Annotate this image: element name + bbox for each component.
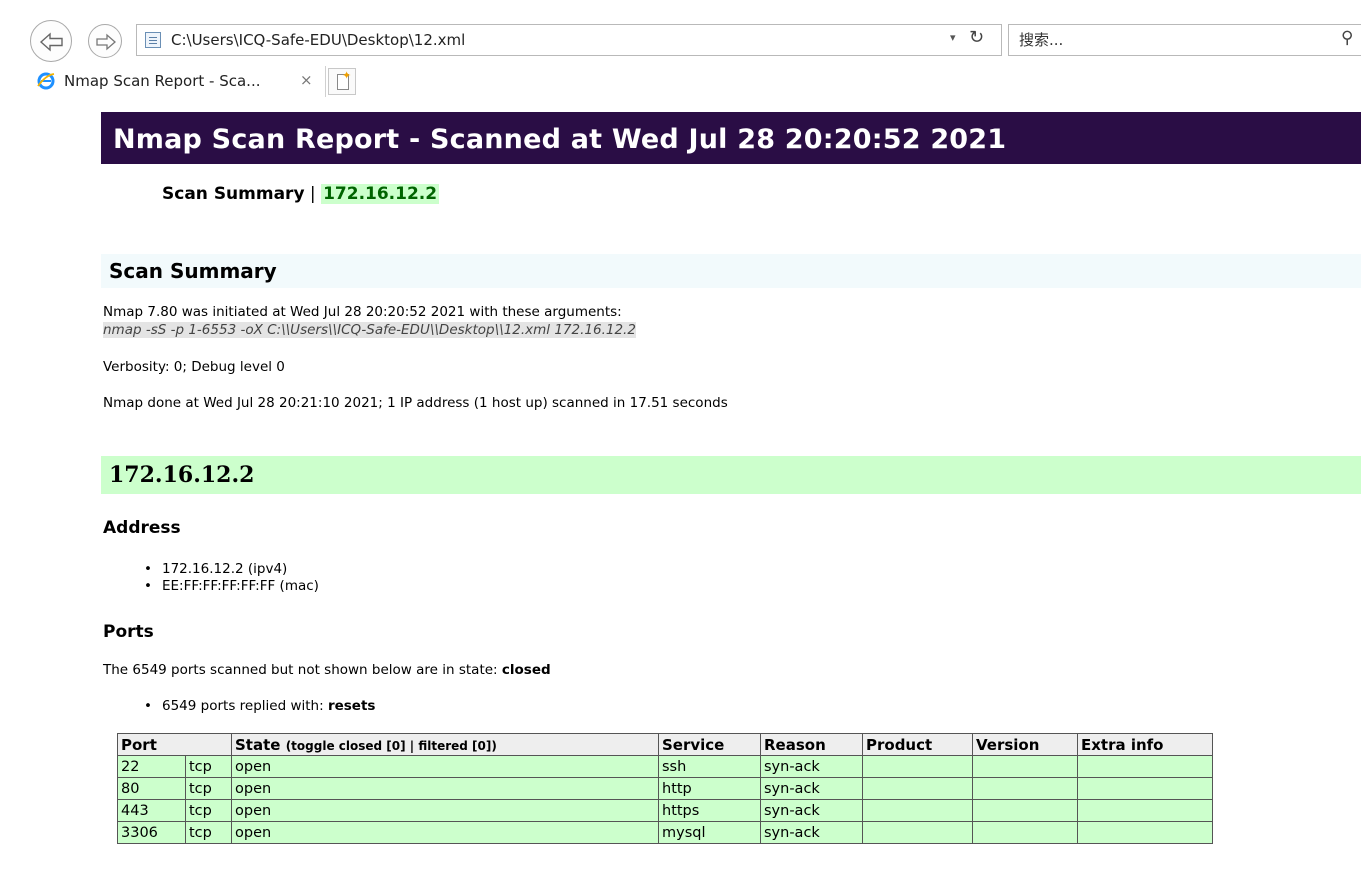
report-page: Nmap Scan Report - Scanned at Wed Jul 28… <box>0 98 1361 881</box>
list-item: EE:FF:FF:FF:FF:FF (mac) <box>144 578 319 595</box>
col-state: State (toggle closed [0] | filtered [0]) <box>231 733 659 756</box>
table-row: 443 tcp open https syn-ack <box>117 799 1213 822</box>
back-arrow-icon <box>39 32 63 52</box>
new-tab-icon[interactable]: ✦ <box>328 68 356 95</box>
scan-summary-heading: Scan Summary <box>101 254 1361 288</box>
nav-separator: | <box>304 184 322 204</box>
host-heading: 172.16.12.2 <box>101 456 1361 494</box>
dropdown-icon[interactable]: ▾ <box>950 31 956 44</box>
address-bar[interactable]: C:\Users\ICQ-Safe-EDU\Desktop\12.xml ▾ ↻ <box>136 24 1002 56</box>
list-item: 172.16.12.2 (ipv4) <box>144 561 319 578</box>
table-header-row: Port State (toggle closed [0] | filtered… <box>117 733 1213 756</box>
table-row: 3306 tcp open mysql syn-ack <box>117 821 1213 844</box>
back-button[interactable] <box>30 20 72 62</box>
tab-strip: Nmap Scan Report - Sca... × ✦ <box>0 66 1361 97</box>
port-reason-list: 6549 ports replied with: resets <box>144 698 375 715</box>
browser-chrome: C:\Users\ICQ-Safe-EDU\Desktop\12.xml ▾ ↻… <box>0 0 1361 98</box>
col-product: Product <box>862 733 973 756</box>
search-icon[interactable]: ⚲ <box>1341 28 1353 48</box>
list-item: 6549 ports replied with: resets <box>144 698 375 715</box>
ie-logo-icon <box>37 72 55 90</box>
ports-table: Port State (toggle closed [0] | filtered… <box>117 733 1213 844</box>
report-nav: Scan Summary | 172.16.12.2 <box>162 184 440 204</box>
address-list: 172.16.12.2 (ipv4) EE:FF:FF:FF:FF:FF (ma… <box>144 561 319 595</box>
nav-host-link[interactable]: 172.16.12.2 <box>321 184 440 204</box>
closed-state: closed <box>501 662 551 678</box>
forward-button[interactable] <box>88 24 122 58</box>
address-heading: Address <box>103 518 181 538</box>
col-service: Service <box>658 733 761 756</box>
refresh-icon[interactable]: ↻ <box>969 27 984 48</box>
table-row: 80 tcp open http syn-ack <box>117 777 1213 800</box>
url-text[interactable]: C:\Users\ICQ-Safe-EDU\Desktop\12.xml <box>171 31 465 49</box>
done-line: Nmap done at Wed Jul 28 20:21:10 2021; 1… <box>103 395 728 411</box>
tab-title: Nmap Scan Report - Sca... <box>64 72 261 90</box>
close-icon[interactable]: × <box>300 71 313 89</box>
nav-scan-summary-link[interactable]: Scan Summary <box>162 184 305 204</box>
tab-nmap-report[interactable]: Nmap Scan Report - Sca... × <box>0 66 326 97</box>
reply-reason: resets <box>327 698 376 714</box>
page-icon <box>145 32 161 48</box>
table-row: 22 tcp open ssh syn-ack <box>117 755 1213 778</box>
nmap-arguments: nmap -sS -p 1-6553 -oX C:\\Users\\ICQ-Sa… <box>103 322 636 338</box>
col-port: Port <box>117 733 232 756</box>
col-version: Version <box>972 733 1078 756</box>
ports-heading: Ports <box>103 622 154 642</box>
init-line: Nmap 7.80 was initiated at Wed Jul 28 20… <box>103 304 622 320</box>
col-extra-info: Extra info <box>1077 733 1213 756</box>
report-title: Nmap Scan Report - Scanned at Wed Jul 28… <box>101 112 1361 164</box>
closed-ports-line: The 6549 ports scanned but not shown bel… <box>103 662 551 678</box>
arguments-line: nmap -sS -p 1-6553 -oX C:\\Users\\ICQ-Sa… <box>103 322 636 338</box>
col-reason: Reason <box>760 733 863 756</box>
toggle-closed-filtered-link[interactable]: (toggle closed [0] | filtered [0]) <box>286 739 497 753</box>
verbosity-line: Verbosity: 0; Debug level 0 <box>103 359 285 375</box>
search-input[interactable] <box>1019 30 1319 50</box>
search-box[interactable]: ⚲ <box>1008 24 1361 56</box>
forward-arrow-icon <box>96 33 116 51</box>
